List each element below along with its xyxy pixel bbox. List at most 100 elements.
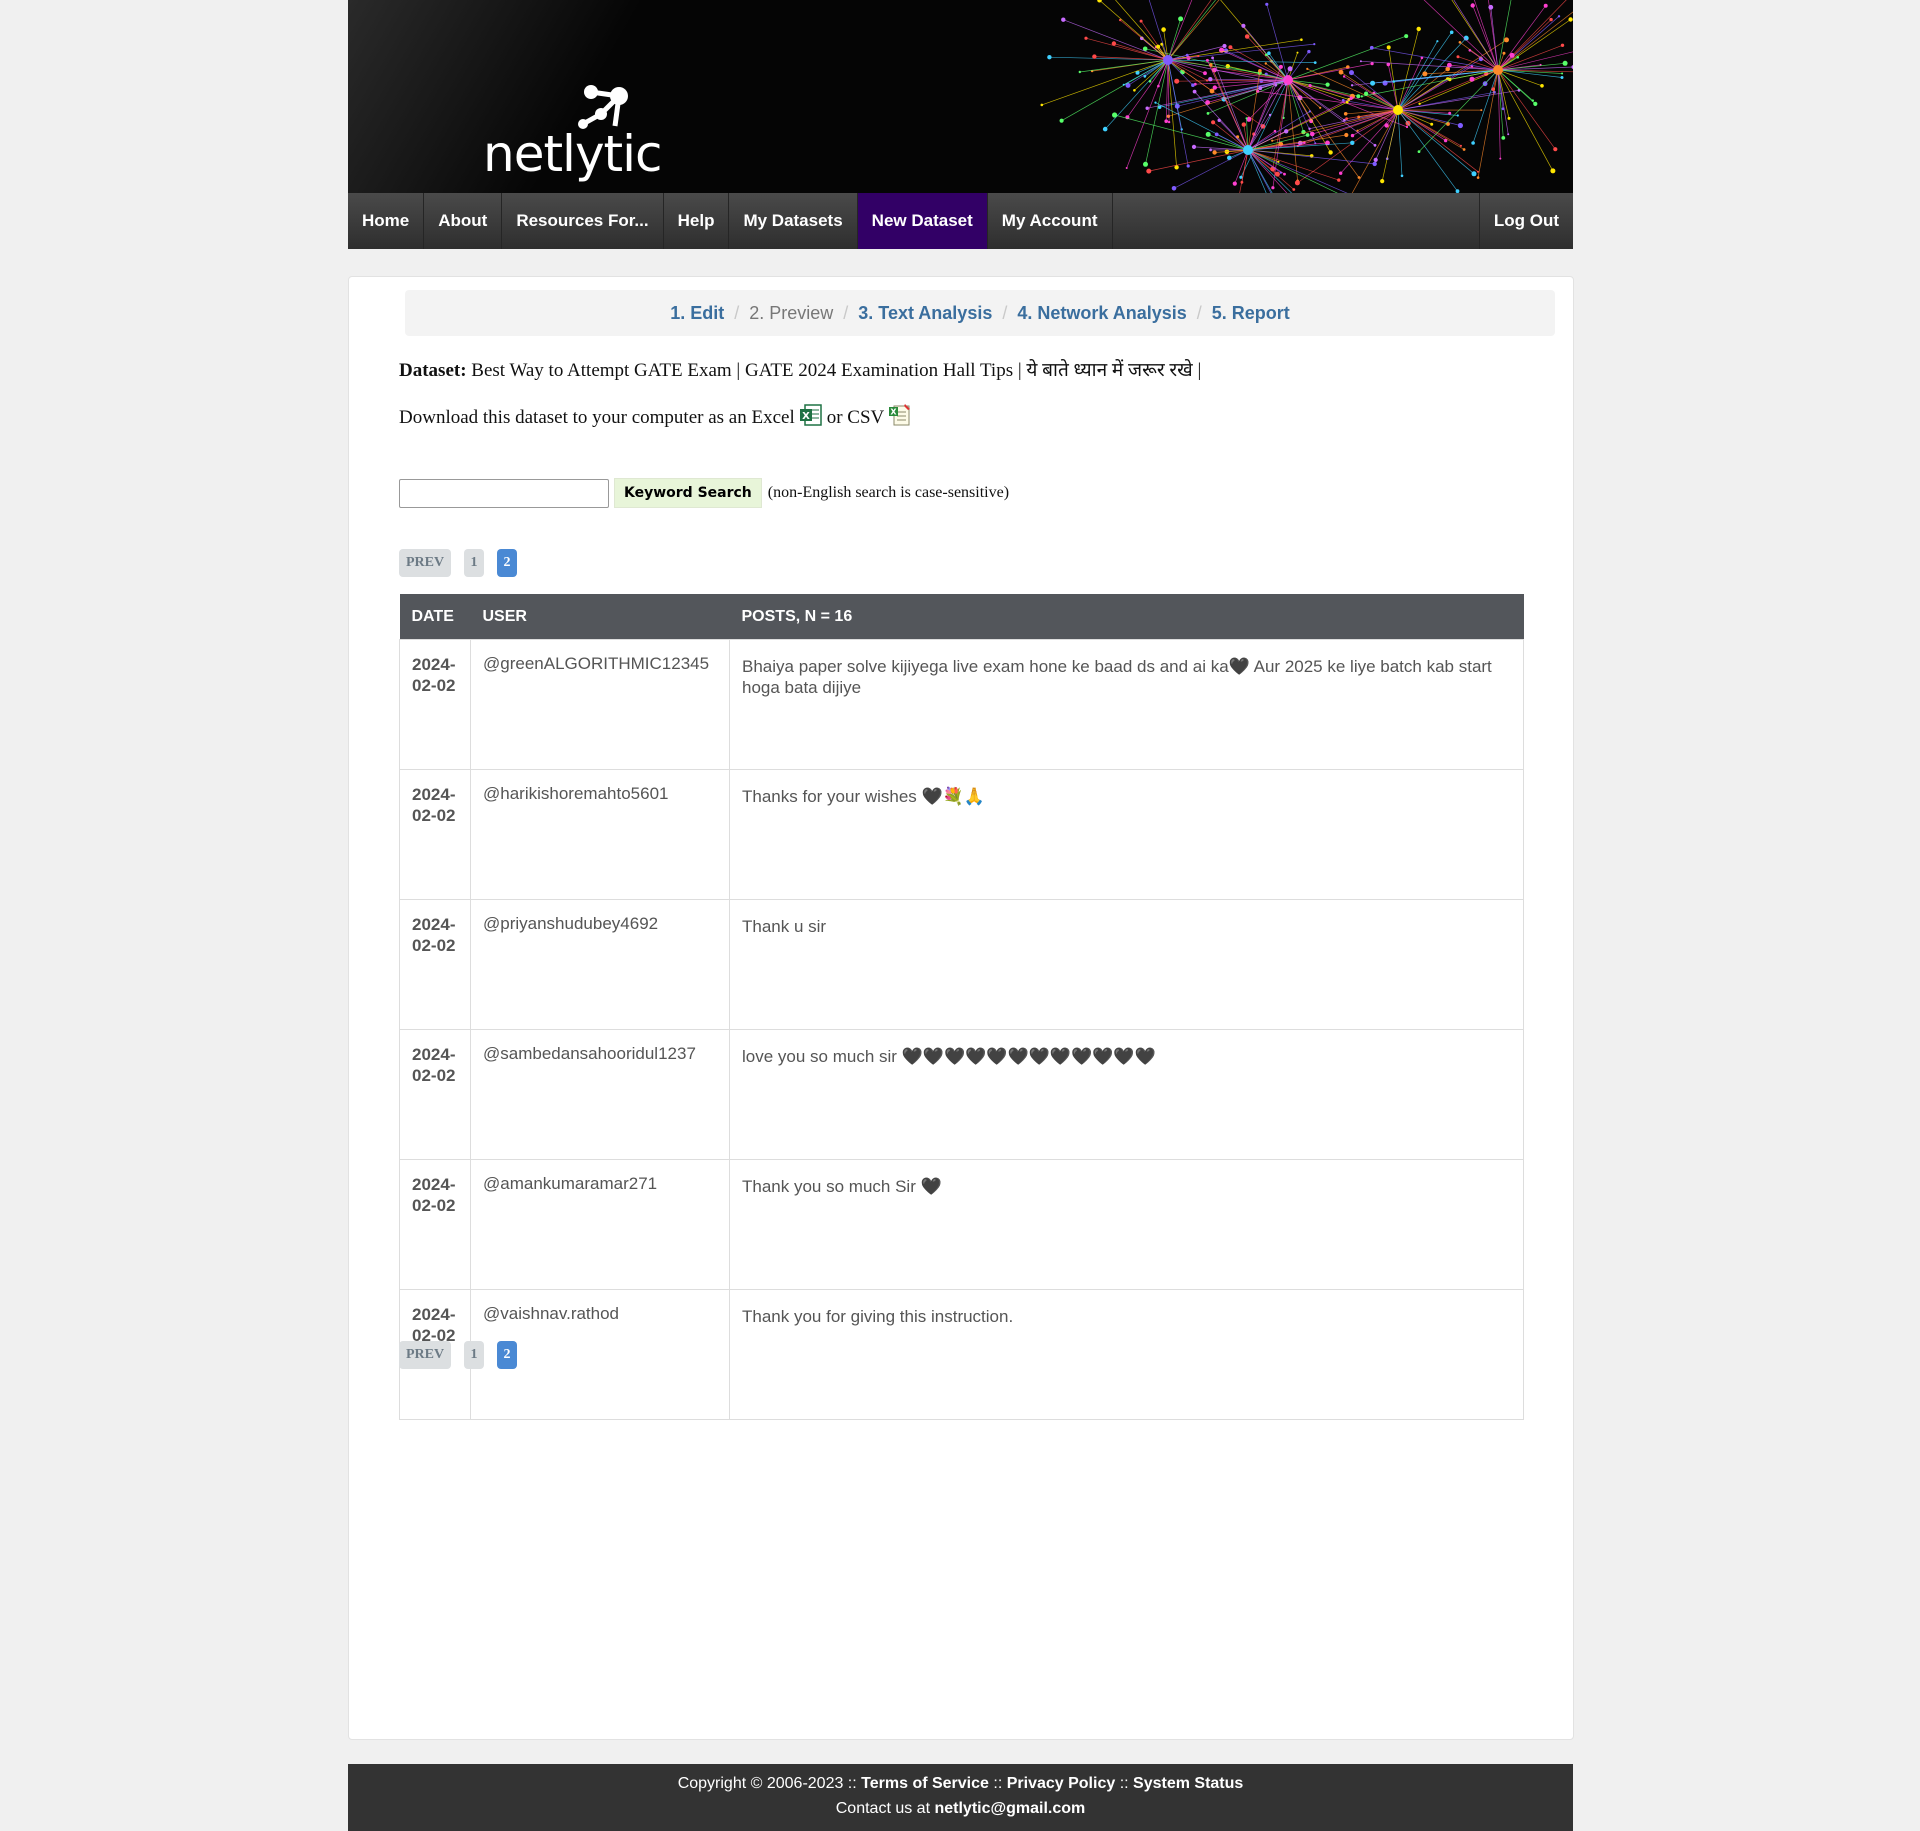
network-node <box>1459 144 1462 147</box>
step-edit[interactable]: 1. Edit <box>670 303 724 323</box>
system-status-link[interactable]: System Status <box>1133 1775 1243 1792</box>
network-node <box>1369 45 1374 50</box>
network-node <box>1047 55 1052 60</box>
network-node <box>1205 131 1211 137</box>
network-node <box>1310 131 1315 137</box>
network-node <box>1211 56 1214 60</box>
network-node <box>1283 172 1286 176</box>
network-node <box>1300 38 1303 41</box>
network-node <box>1102 126 1108 132</box>
network-edge <box>1477 69 1499 178</box>
network-edge <box>1497 16 1560 71</box>
network-node <box>1356 94 1361 99</box>
network-node <box>1456 114 1459 117</box>
nav-item-about[interactable]: About <box>424 193 503 249</box>
network-node <box>1373 143 1377 147</box>
network-edge <box>1114 114 1249 151</box>
network-node <box>1531 99 1535 102</box>
network-node <box>1458 41 1462 44</box>
network-hub <box>1243 145 1253 155</box>
nav-item-help[interactable]: Help <box>664 193 730 249</box>
network-edge <box>1360 60 1499 71</box>
network-node <box>1146 168 1152 174</box>
cell-user: @priyanshudubey4692 <box>470 899 730 1030</box>
network-node <box>1516 55 1519 59</box>
page-2-button[interactable]: 2 <box>497 549 517 577</box>
network-node <box>1337 178 1341 182</box>
network-edge <box>1375 109 1399 161</box>
network-node <box>1471 171 1477 177</box>
prev-page-button[interactable]: PREV <box>399 549 451 577</box>
copyright-text: Copyright © 2006-2023 :: <box>677 1775 857 1792</box>
nav-item-my-account[interactable]: My Account <box>988 193 1113 249</box>
network-node <box>1178 16 1184 22</box>
network-node <box>1462 148 1466 151</box>
dataset-title-line: Dataset: Best Way to Attempt GATE Exam |… <box>399 356 1201 382</box>
network-node <box>1167 120 1171 124</box>
network-node <box>1504 37 1509 43</box>
cell-post: Thanks for your wishes 🖤💐🙏 <box>729 769 1524 900</box>
breadcrumb-separator: / <box>1196 303 1202 323</box>
download-or-text: or CSV <box>826 407 885 428</box>
csv-icon[interactable]: X <box>888 403 912 433</box>
network-node <box>1308 127 1311 130</box>
step-report[interactable]: 5. Report <box>1212 303 1290 323</box>
network-node <box>1360 95 1363 98</box>
network-node <box>1560 76 1564 79</box>
nav-item-home[interactable]: Home <box>348 193 425 249</box>
keyword-search-input[interactable] <box>399 478 609 508</box>
contact-email-link[interactable]: netlytic@gmail.com <box>934 1800 1085 1817</box>
network-node <box>1339 171 1343 175</box>
network-edge <box>1397 32 1452 111</box>
network-node <box>1430 122 1434 126</box>
cell-post: Bhaiya paper solve kijiyega live exam ho… <box>729 639 1524 770</box>
network-node <box>1245 117 1248 120</box>
network-node <box>1274 83 1278 87</box>
network-node <box>1164 119 1168 123</box>
network-node <box>1350 140 1355 145</box>
network-node <box>1350 133 1355 138</box>
network-node <box>1268 113 1272 117</box>
logout-button[interactable]: Log Out <box>1478 193 1573 249</box>
cell-post: Thank u sir <box>729 899 1524 1030</box>
network-node <box>1186 164 1190 168</box>
step-network-analysis[interactable]: 4. Network Analysis <box>1017 303 1186 323</box>
network-node <box>1507 116 1511 120</box>
network-edge <box>1193 146 1249 151</box>
network-node <box>1325 82 1330 87</box>
network-edge <box>1423 0 1499 71</box>
keyword-search-button[interactable]: Keyword Search <box>614 478 762 508</box>
nav-item-resources[interactable]: Resources For... <box>502 193 664 249</box>
network-node <box>1097 0 1102 3</box>
step-text-analysis[interactable]: 3. Text Analysis <box>858 303 992 323</box>
page-2-button[interactable]: 2 <box>497 1341 517 1369</box>
table-header-row: DATE USER POSTS, N = 16 <box>399 594 1524 640</box>
content-card: 1. Edit / 2. Preview / 3. Text Analysis / 4. N… <box>348 276 1574 1740</box>
network-node <box>1417 150 1421 154</box>
privacy-policy-link[interactable]: Privacy Policy <box>1007 1775 1116 1792</box>
search-note: (non-English search is case-sensitive) <box>767 484 1010 501</box>
network-node <box>1161 27 1166 32</box>
network-edge <box>1214 79 1289 88</box>
network-node <box>1274 171 1280 177</box>
terms-of-service-link[interactable]: Terms of Service <box>861 1775 989 1792</box>
network-node <box>1236 135 1240 139</box>
excel-icon[interactable]: X <box>799 403 823 433</box>
network-edge <box>1397 109 1479 172</box>
prev-page-button[interactable]: PREV <box>399 1341 451 1369</box>
page-1-button[interactable]: 1 <box>464 549 484 577</box>
cell-post: Thank you for giving this instruction. <box>729 1289 1524 1420</box>
network-node <box>1470 3 1475 8</box>
cell-date: 2024-02-02 <box>399 1159 471 1290</box>
cell-user: @greenALGORITHMIC12345 <box>470 639 730 770</box>
network-node <box>1208 77 1213 82</box>
page-1-button[interactable]: 1 <box>464 1341 484 1369</box>
network-edge <box>1165 59 1169 122</box>
nav-item-my-datasets[interactable]: My Datasets <box>729 193 858 249</box>
netlytic-logo[interactable]: netlytic <box>483 84 663 179</box>
cell-date: 2024-02-02 <box>399 1029 471 1160</box>
network-node <box>1553 147 1558 152</box>
network-node <box>1203 71 1207 76</box>
nav-item-new-dataset[interactable]: New Dataset <box>857 193 988 249</box>
network-edge <box>1287 51 1310 81</box>
